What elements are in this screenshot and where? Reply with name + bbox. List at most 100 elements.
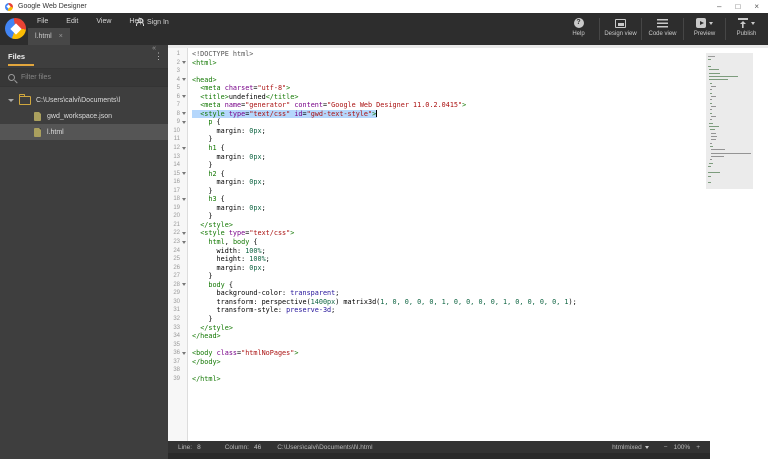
kebab-menu-icon[interactable]: ⋮: [154, 51, 163, 62]
code-line-22[interactable]: 22 <style type="text/css">: [168, 229, 768, 238]
toolbar-buttons: ? Help Design view Code view Preview Publish: [558, 13, 767, 45]
tab-l-html[interactable]: l.html ×: [28, 28, 70, 45]
code-line-2[interactable]: 2 <html>: [168, 59, 768, 68]
chevron-down-icon: [709, 21, 713, 25]
code-line-6[interactable]: 6 <title>undefined</title>: [168, 93, 768, 102]
menu-edit[interactable]: Edit: [57, 15, 87, 28]
line-number: 34: [173, 333, 180, 340]
zoom-out-button[interactable]: −: [664, 444, 668, 451]
code-line-3[interactable]: 3: [168, 67, 768, 76]
code-line-39[interactable]: 39 </html>: [168, 375, 768, 384]
sign-in-label: Sign In: [147, 18, 169, 26]
expand-arrow-icon[interactable]: [8, 98, 14, 102]
code-line-30[interactable]: 30 transform: perspective(1400px) matrix…: [168, 298, 768, 307]
fold-marker-icon[interactable]: [181, 197, 186, 201]
window-close-button[interactable]: ×: [754, 0, 759, 13]
toolbar-button-label: Code view: [648, 31, 677, 37]
code-line-17[interactable]: 17 }: [168, 187, 768, 196]
minimap-line: [710, 119, 712, 121]
zoom-in-button[interactable]: +: [696, 444, 700, 451]
code-line-4[interactable]: 4 <head>: [168, 76, 768, 85]
fold-marker-icon[interactable]: [181, 172, 186, 176]
file-item-l.html[interactable]: l.html: [0, 124, 168, 140]
folder-item-C--Users-calvi-Documents-l[interactable]: C:\Users\calvi\Documents\l: [0, 92, 168, 108]
code-line-23[interactable]: 23 html, body {: [168, 238, 768, 247]
publish-button[interactable]: Publish: [726, 13, 767, 45]
code-line-38[interactable]: 38: [168, 366, 768, 375]
code-line-7[interactable]: 7 <meta name="generator" content="Google…: [168, 101, 768, 110]
code-line-15[interactable]: 15 h2 {: [168, 170, 768, 179]
code-line-33[interactable]: 33 </style>: [168, 324, 768, 333]
code-line-9[interactable]: 9 p {: [168, 118, 768, 127]
fold-marker-icon[interactable]: [181, 61, 186, 65]
code-line-34[interactable]: 34 </head>: [168, 332, 768, 341]
toolbar-button-label: Design view: [604, 31, 637, 37]
fold-marker-icon[interactable]: [181, 231, 186, 235]
code-line-12[interactable]: 12 h1 {: [168, 144, 768, 153]
line-number: 26: [173, 264, 180, 271]
fold-marker-icon[interactable]: [181, 240, 186, 244]
code-line-11[interactable]: 11 }: [168, 135, 768, 144]
code-line-8[interactable]: 8 <style type="text/css" id="gwd-text-st…: [168, 109, 768, 119]
menu-view[interactable]: View: [87, 15, 120, 28]
code-line-28[interactable]: 28 body {: [168, 281, 768, 290]
text-cursor: [376, 109, 378, 117]
code-line-14[interactable]: 14 }: [168, 161, 768, 170]
help-button[interactable]: ? Help: [558, 13, 599, 45]
code-line-10[interactable]: 10 margin: 0px;: [168, 127, 768, 136]
fold-marker-icon[interactable]: [181, 120, 186, 124]
design-view-button[interactable]: Design view: [600, 13, 641, 45]
fold-marker-icon[interactable]: [181, 95, 186, 99]
files-panel: « Files ⋮ Filter files C:\Users\calvi\Do…: [0, 45, 168, 459]
fold-marker-icon[interactable]: [181, 146, 186, 150]
code-line-19[interactable]: 19 margin: 0px;: [168, 204, 768, 213]
code-line-27[interactable]: 27 }: [168, 272, 768, 281]
file-path: C:\Users\calvi\Documents\l\l.html: [277, 443, 373, 451]
code-line-31[interactable]: 31 transform-style: preserve-3d;: [168, 306, 768, 315]
code-minimap[interactable]: [706, 53, 753, 189]
code-line-21[interactable]: 21 </style>: [168, 221, 768, 230]
code-line-24[interactable]: 24 width: 100%;: [168, 247, 768, 256]
tab-close-icon[interactable]: ×: [59, 33, 63, 40]
code-editor[interactable]: 1 <!DOCTYPE html> 2 <html> 3 4 <head> 5 <meta c…: [168, 45, 768, 441]
code-view-button[interactable]: Code view: [642, 13, 683, 45]
zoom-level: 100%: [673, 443, 691, 451]
minimap-line: [710, 112, 712, 114]
code-line-35[interactable]: 35: [168, 341, 768, 350]
code-line-1[interactable]: 1 <!DOCTYPE html>: [168, 50, 768, 59]
folder-icon: [19, 94, 31, 105]
column-value: 46: [253, 443, 262, 451]
code-line-20[interactable]: 20 }: [168, 212, 768, 221]
code-line-26[interactable]: 26 margin: 0px;: [168, 264, 768, 273]
filter-files-input[interactable]: Filter files: [0, 68, 168, 87]
line-number: 27: [173, 273, 180, 280]
code-line-36[interactable]: 36 <body class="htmlNoPages">: [168, 349, 768, 358]
minimap-line: [710, 109, 712, 111]
line-number: 7: [176, 102, 180, 109]
code-line-16[interactable]: 16 margin: 0px;: [168, 178, 768, 187]
fold-marker-icon[interactable]: [181, 283, 186, 287]
code-line-13[interactable]: 13 margin: 0px;: [168, 153, 768, 162]
line-number: 4: [176, 76, 180, 83]
minimap-line: [711, 135, 717, 137]
menu-file[interactable]: File: [28, 15, 57, 28]
sign-in-button[interactable]: Sign In: [131, 16, 173, 28]
fold-marker-icon[interactable]: [181, 78, 186, 82]
code-line-18[interactable]: 18 h3 {: [168, 195, 768, 204]
code-line-25[interactable]: 25 height: 100%;: [168, 255, 768, 264]
line-number: 19: [173, 204, 180, 211]
fold-marker-icon[interactable]: [181, 112, 186, 116]
syntax-mode-dropdown[interactable]: htmlmixed: [612, 444, 649, 451]
person-icon: [135, 18, 144, 26]
fold-marker-icon[interactable]: [181, 351, 186, 355]
code-line-32[interactable]: 32 }: [168, 315, 768, 324]
preview-button[interactable]: Preview: [684, 13, 725, 45]
window-maximize-button[interactable]: □: [735, 0, 740, 13]
code-line-5[interactable]: 5 <meta charset="utf-8">: [168, 84, 768, 93]
file-item-gwd_workspace.json[interactable]: gwd_workspace.json: [0, 108, 168, 124]
code-line-29[interactable]: 29 background-color: transparent;: [168, 289, 768, 298]
toolbar-button-label: Preview: [693, 31, 716, 37]
code-line-37[interactable]: 37 </body>: [168, 358, 768, 367]
window-controls: – □ ×: [717, 0, 768, 13]
window-minimize-button[interactable]: –: [717, 0, 721, 13]
